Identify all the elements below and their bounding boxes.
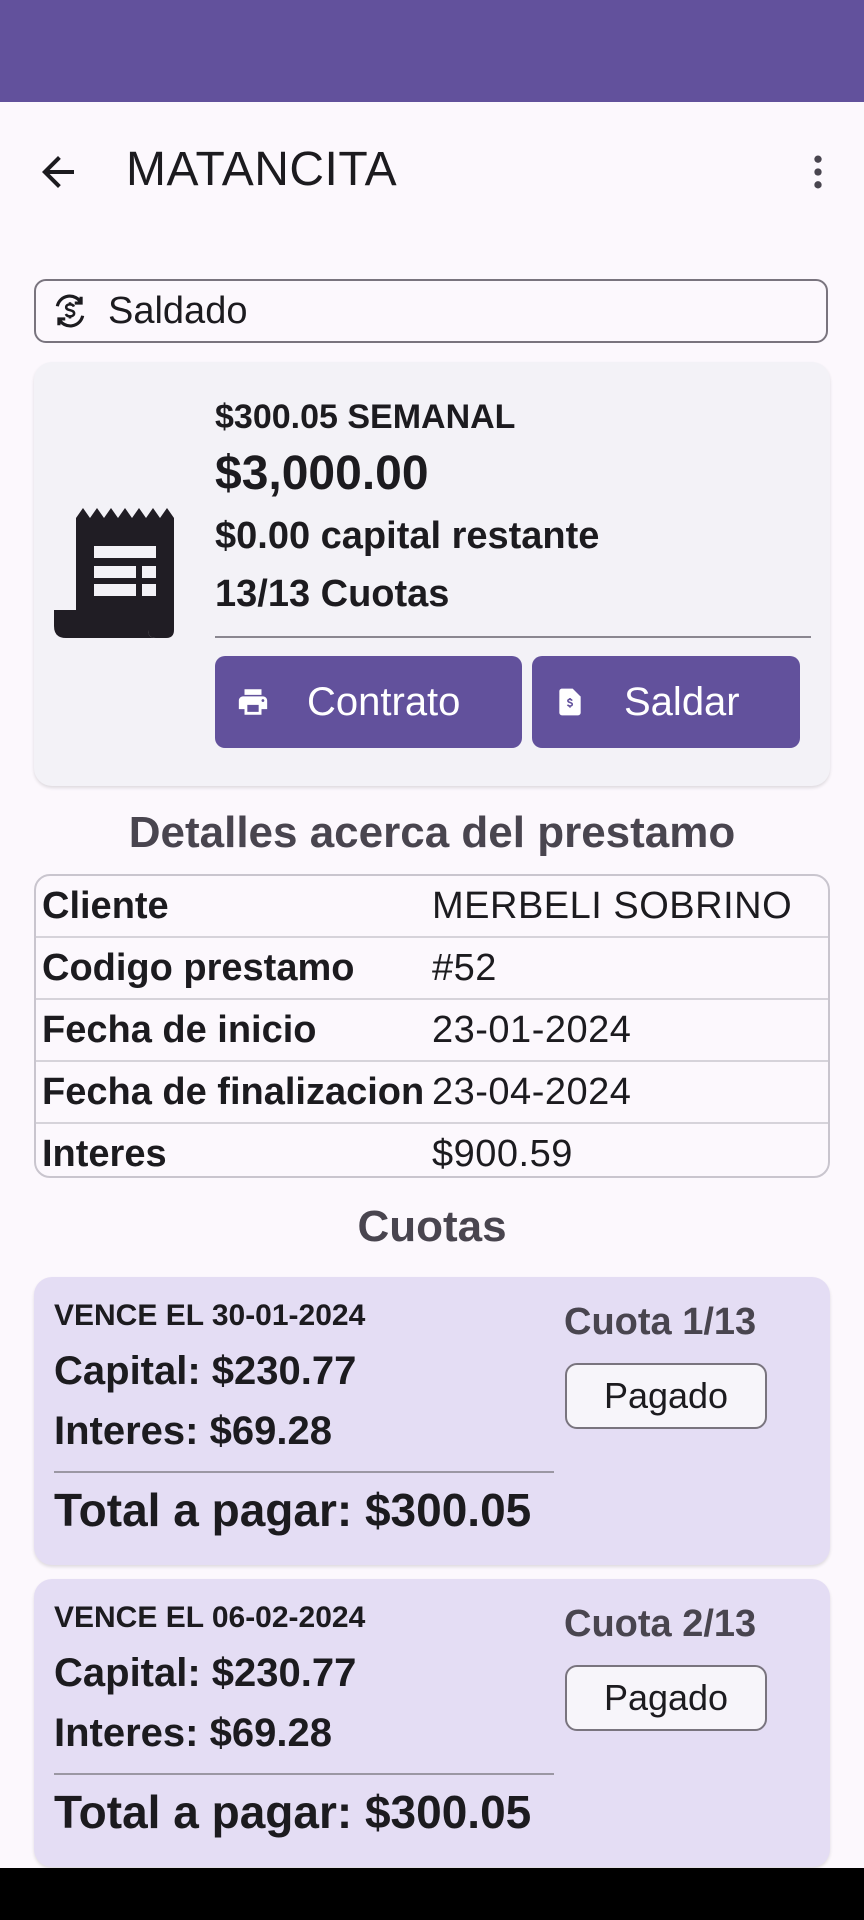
divider — [54, 1471, 554, 1473]
loan-details-table: Cliente MERBELI SOBRINO Codigo prestamo … — [34, 874, 830, 1178]
cuota-number: Cuota 1/13 — [564, 1301, 757, 1343]
details-key: Fecha de finalizacion — [42, 1070, 425, 1113]
loan-remaining-capital: $0.00 capital restante — [215, 515, 600, 557]
loan-status-label: Saldado — [108, 289, 248, 332]
cuota-due-date: VENCE EL 30-01-2024 — [54, 1299, 366, 1332]
invoice-icon — [550, 682, 590, 722]
cuota-interes: Interes: $69.28 — [54, 1409, 332, 1453]
cuota-capital: Capital: $230.77 — [54, 1349, 357, 1393]
details-row-fecha-inicio: Fecha de inicio 23-01-2024 — [36, 1000, 828, 1062]
cuota-status-button[interactable]: Pagado — [565, 1665, 767, 1731]
loan-summary-card: $300.05 SEMANAL $3,000.00 $0.00 capital … — [34, 362, 830, 786]
cuota-card[interactable]: VENCE EL 06-02-2024 Capital: $230.77 Int… — [34, 1579, 830, 1867]
loan-installments-count: 13/13 Cuotas — [215, 573, 450, 615]
saldar-button-label: Saldar — [624, 679, 740, 724]
details-key: Codigo prestamo — [42, 946, 355, 989]
details-key: Cliente — [42, 884, 169, 927]
loan-status-chip: Saldado — [34, 279, 828, 343]
details-row-codigo: Codigo prestamo #52 — [36, 938, 828, 1000]
details-value: 23-01-2024 — [432, 1008, 632, 1051]
cuota-due-date: VENCE EL 06-02-2024 — [54, 1601, 366, 1634]
details-value: MERBELI SOBRINO — [432, 884, 793, 927]
arrow-back-icon — [42, 156, 74, 188]
details-value: #52 — [432, 946, 497, 989]
receipt-icon — [52, 504, 176, 642]
page-title: MATANCITA — [126, 143, 398, 196]
divider — [54, 1773, 554, 1775]
print-icon — [233, 682, 273, 722]
details-row-interes: Interes $900.59 — [36, 1124, 828, 1176]
divider — [215, 636, 811, 638]
contrato-button[interactable]: Contrato — [215, 656, 522, 748]
currency-exchange-icon — [50, 291, 90, 331]
details-value: 23-04-2024 — [432, 1070, 632, 1113]
cuota-number: Cuota 2/13 — [564, 1603, 757, 1645]
loan-payment-frequency: $300.05 SEMANAL — [215, 398, 516, 436]
more-vert-icon — [814, 155, 822, 189]
cuota-status-button[interactable]: Pagado — [565, 1363, 767, 1429]
loan-amount: $3,000.00 — [215, 447, 429, 500]
saldar-button[interactable]: Saldar — [532, 656, 800, 748]
status-bar — [0, 0, 864, 102]
cuota-total: Total a pagar: $300.05 — [54, 1786, 532, 1838]
back-button[interactable] — [30, 144, 86, 200]
details-section-title: Detalles acerca del prestamo — [128, 808, 736, 857]
cuota-total: Total a pagar: $300.05 — [54, 1484, 532, 1536]
contrato-button-label: Contrato — [307, 679, 461, 724]
details-row-cliente: Cliente MERBELI SOBRINO — [36, 876, 828, 938]
cuotas-section-title: Cuotas — [357, 1202, 507, 1251]
details-value: $900.59 — [432, 1132, 573, 1175]
system-navigation-bar — [0, 1868, 864, 1920]
details-key: Fecha de inicio — [42, 1008, 317, 1051]
cuota-card[interactable]: VENCE EL 30-01-2024 Capital: $230.77 Int… — [34, 1277, 830, 1565]
top-app-bar: MATANCITA — [0, 102, 864, 242]
cuota-capital: Capital: $230.77 — [54, 1651, 357, 1695]
cuota-interes: Interes: $69.28 — [54, 1711, 332, 1755]
details-row-fecha-fin: Fecha de finalizacion 23-04-2024 — [36, 1062, 828, 1124]
more-options-button[interactable] — [790, 144, 846, 200]
details-key: Interes — [42, 1132, 167, 1175]
